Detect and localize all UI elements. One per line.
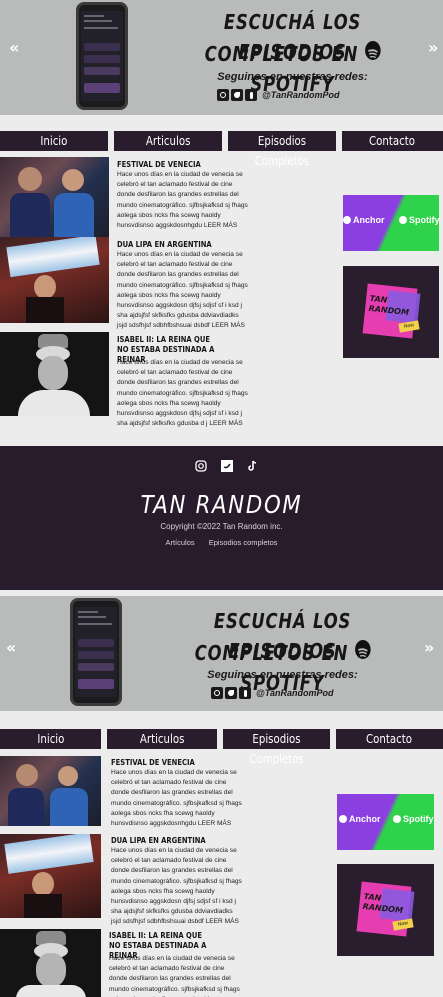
social-row: @TanRandomPod (217, 89, 339, 101)
article-card[interactable]: ISABEL II: LA REINA QUE NO ESTABA DESTIN… (0, 929, 260, 997)
article-excerpt: Hace unos días en la ciudad de venecia s… (117, 171, 248, 230)
anchor-label: Anchor (349, 814, 381, 824)
nav-contacto[interactable]: Contacto (342, 131, 443, 151)
article-card[interactable]: ISABEL II: LA REINA QUE NO ESTABA DESTIN… (0, 332, 260, 427)
phone-mockup (76, 2, 128, 110)
article-title[interactable]: FESTIVAL DE VENECIA (117, 160, 236, 170)
page-copy-2: « » ESCUCHÁ LOS EPISODIOS COMPLETOS EN S… (0, 596, 443, 997)
footer-links: Artículos Episodios completos (0, 538, 443, 547)
hero-banner: « » ESCUCHÁ LOS EPISODIOS COMPLETOS EN S… (0, 0, 443, 115)
cover-sticker: Now (398, 320, 420, 333)
nav-contacto[interactable]: Contacto (336, 729, 443, 749)
cover-title: TAN RANDOM (362, 891, 404, 916)
article-title[interactable]: FESTIVAL DE VENECIA (111, 758, 230, 768)
follow-text: Seguinos en nuestras redes: (217, 71, 368, 83)
instagram-icon[interactable] (195, 460, 207, 472)
article-thumbnail[interactable] (0, 756, 101, 826)
article-title[interactable]: DUA LIPA EN ARGENTINA (117, 240, 236, 250)
anchor-icon (339, 815, 347, 823)
tan-random-cover[interactable]: TAN RANDOM Now (337, 864, 434, 956)
page-copy-1: « » ESCUCHÁ LOS EPISODIOS COMPLETOS EN S… (0, 0, 443, 590)
tiktok-icon[interactable] (245, 89, 257, 101)
spotify-icon (354, 640, 371, 659)
article-card[interactable]: DUA LIPA EN ARGENTINA Hace unos días en … (0, 834, 260, 925)
instagram-icon[interactable] (217, 89, 229, 101)
article-title[interactable]: DUA LIPA EN ARGENTINA (111, 836, 230, 846)
spotify-icon (399, 216, 407, 224)
nav-articulos[interactable]: Articulos (114, 131, 222, 151)
article-excerpt: Hace unos días en la ciudad de venecia s… (117, 359, 248, 428)
tiktok-icon[interactable] (239, 687, 251, 699)
social-handle[interactable]: @TanRandomPod (262, 90, 339, 100)
instagram-icon[interactable] (211, 687, 223, 699)
anchor-icon (343, 216, 351, 224)
prev-arrow-icon[interactable]: « (9, 38, 19, 57)
tan-random-cover[interactable]: TAN RANDOM Now (343, 266, 439, 358)
article-card[interactable]: FESTIVAL DE VENECIA Hace unos días en la… (0, 157, 260, 239)
footer-brand: TAN RANDOM (140, 490, 303, 519)
tiktok-icon[interactable] (247, 460, 259, 472)
article-thumbnail[interactable] (0, 332, 109, 416)
cover-title: TAN RANDOM (368, 293, 410, 318)
article-excerpt: Hace unos días en la ciudad de venecia s… (111, 847, 242, 926)
nav-episodios-completos[interactable]: Episodios Completos (228, 131, 336, 168)
footer-link-articulos[interactable]: Artículos (165, 538, 194, 547)
footer-social (195, 460, 259, 472)
main-nav: Inicio Articulos Episodios Completos Con… (0, 131, 443, 168)
article-excerpt: Hace unos días en la ciudad de venecia s… (111, 769, 242, 828)
social-row: @TanRandomPod (211, 687, 333, 699)
main-nav: Inicio Articulos Episodios Completos Con… (0, 729, 443, 766)
article-card[interactable]: DUA LIPA EN ARGENTINA Hace unos días en … (0, 237, 260, 329)
article-thumbnail[interactable] (0, 929, 101, 997)
nav-episodios-completos[interactable]: Episodios Completos (223, 729, 330, 766)
article-thumbnail[interactable] (0, 834, 101, 918)
spotify-icon (393, 815, 401, 823)
prev-arrow-icon[interactable]: « (6, 638, 16, 657)
phone-mockup (70, 598, 122, 706)
cover-sticker: Now (392, 918, 414, 931)
article-excerpt: Hace unos días en la ciudad de venecia s… (109, 955, 240, 997)
twitter-icon[interactable] (231, 89, 243, 101)
nav-articulos[interactable]: Articulos (107, 729, 217, 749)
follow-text: Seguinos en nuestras redes: (207, 669, 358, 681)
article-thumbnail[interactable] (0, 237, 109, 323)
footer-link-episodios[interactable]: Episodios completos (209, 538, 278, 547)
nav-inicio[interactable]: Inicio (0, 131, 108, 151)
article-excerpt: Hace unos días en la ciudad de venecia s… (117, 251, 248, 330)
footer-copyright: Copyright ©2022 Tan Random inc. (160, 522, 283, 531)
next-arrow-icon[interactable]: » (428, 38, 438, 57)
twitter-icon[interactable] (221, 460, 233, 472)
hero-banner: « » ESCUCHÁ LOS EPISODIOS COMPLETOS EN S… (0, 596, 443, 711)
spotify-label: Spotify (403, 814, 434, 824)
spotify-icon (364, 41, 381, 60)
anchor-spotify-banner[interactable]: Anchor Spotify (343, 195, 439, 251)
twitter-icon[interactable] (225, 687, 237, 699)
anchor-label: Anchor (353, 215, 385, 225)
anchor-spotify-banner[interactable]: Anchor Spotify (337, 794, 434, 850)
next-arrow-icon[interactable]: » (424, 638, 434, 657)
nav-inicio[interactable]: Inicio (0, 729, 101, 749)
article-card[interactable]: FESTIVAL DE VENECIA Hace unos días en la… (0, 756, 260, 828)
article-thumbnail[interactable] (0, 157, 109, 239)
spotify-label: Spotify (409, 215, 439, 225)
social-handle[interactable]: @TanRandomPod (256, 688, 333, 698)
